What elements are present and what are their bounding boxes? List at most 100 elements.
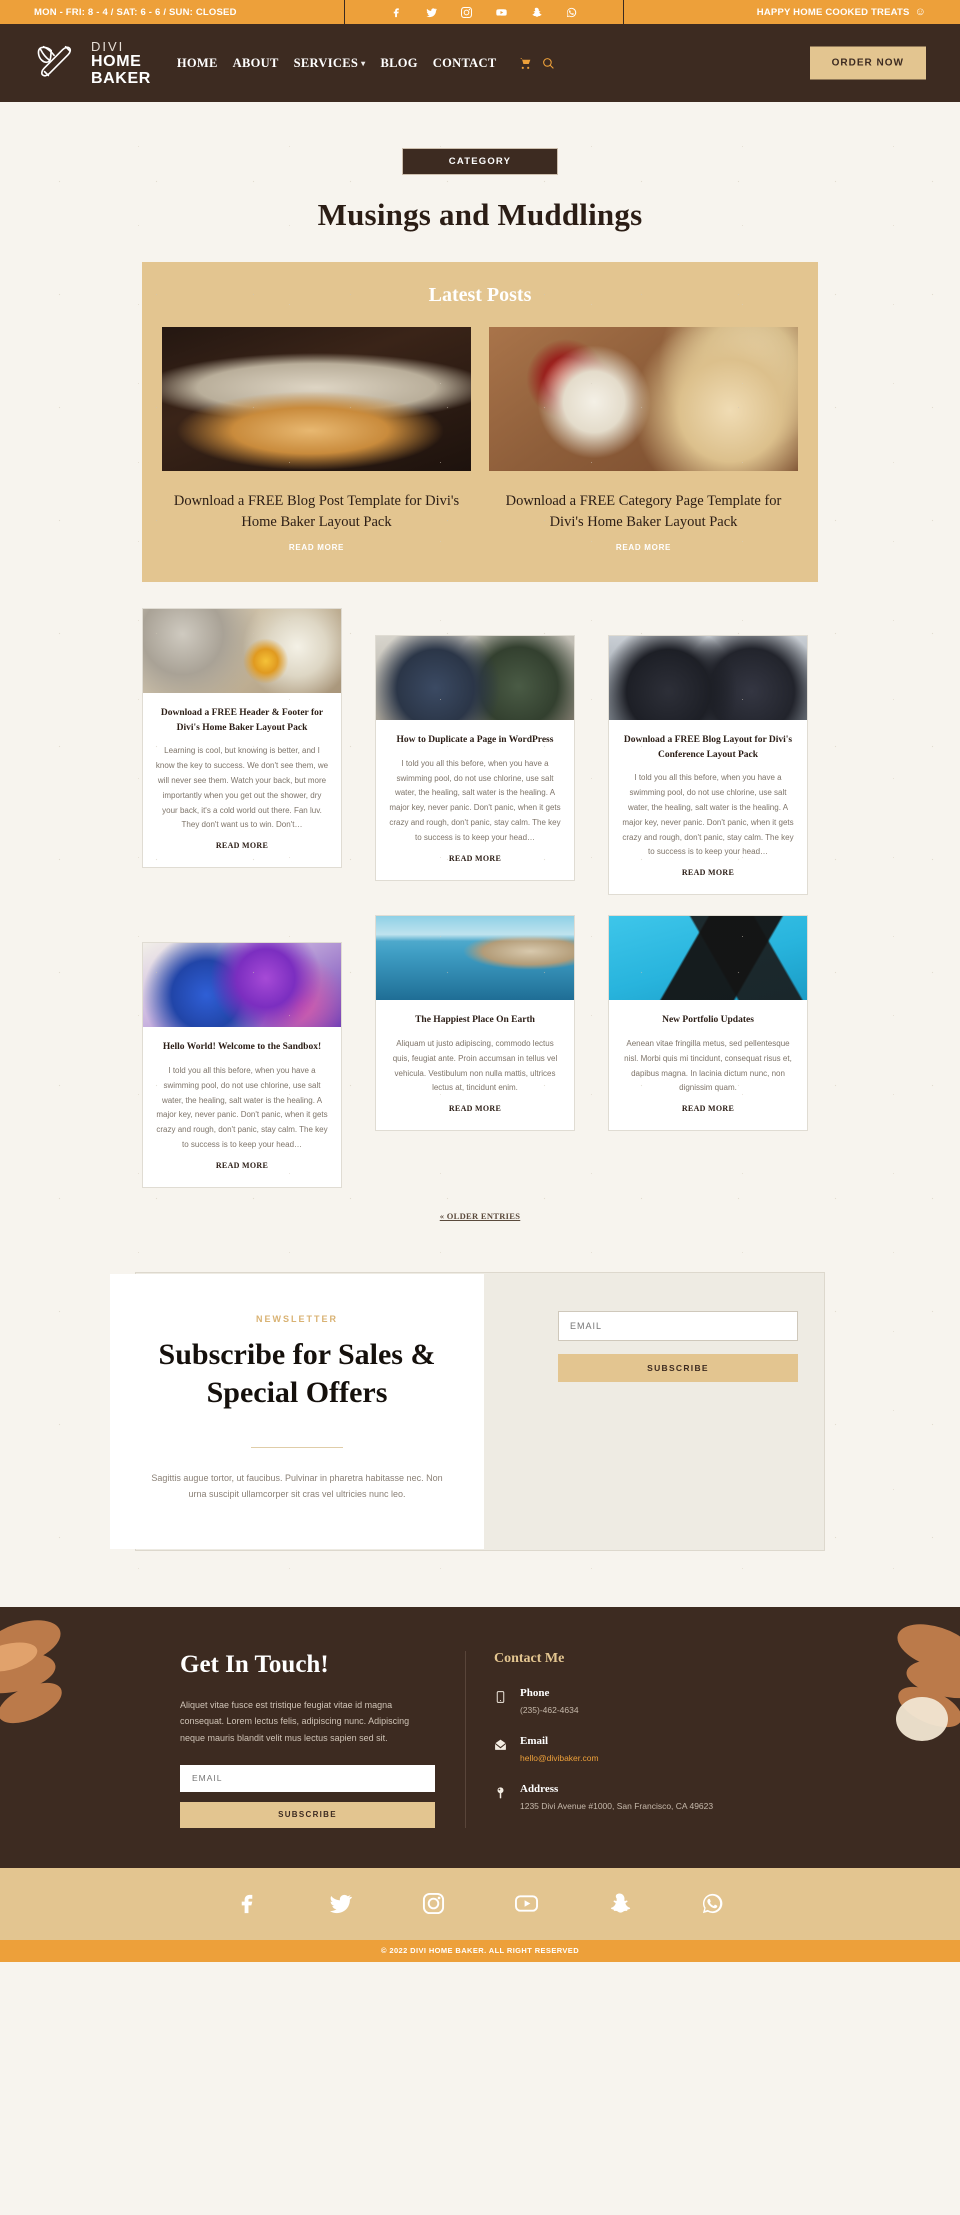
youtube-icon[interactable] bbox=[496, 7, 507, 18]
older-entries-link[interactable]: « OLDER ENTRIES bbox=[440, 1211, 521, 1221]
top-social-links bbox=[344, 0, 624, 24]
youtube-icon[interactable] bbox=[515, 1892, 538, 1915]
footer-heading: Get In Touch! bbox=[180, 1650, 329, 1678]
instagram-icon[interactable] bbox=[461, 6, 472, 18]
blog-card-title: The Happiest Place On Earth bbox=[415, 1015, 535, 1026]
read-more-link[interactable]: READ MORE bbox=[682, 868, 734, 877]
black-cards-photo bbox=[609, 916, 807, 1001]
nav-item-contact[interactable]: CONTACT bbox=[433, 56, 497, 71]
brand-logo[interactable]: DIVI HOME BAKER bbox=[34, 40, 151, 87]
twitter-icon[interactable] bbox=[329, 1892, 352, 1915]
top-tagline: HAPPY HOME COOKED TREATS ☺ bbox=[624, 0, 960, 24]
footer-subscribe-column: Get In Touch! Aliquet vitae fusce est tr… bbox=[180, 1651, 465, 1828]
whatsapp-icon[interactable] bbox=[701, 1892, 724, 1915]
nav-label: SERVICES bbox=[293, 55, 359, 70]
businessmen-photo bbox=[609, 636, 807, 721]
blog-card[interactable]: The Happiest Place On Earth Aliquam ut j… bbox=[375, 915, 575, 1132]
whatsapp-icon[interactable] bbox=[566, 7, 577, 18]
order-now-button[interactable]: ORDER NOW bbox=[809, 46, 926, 80]
newsletter-kicker: NEWSLETTER bbox=[256, 1313, 338, 1324]
contact-email: Email hello@divibaker.com bbox=[494, 1735, 780, 1763]
nav-item-blog[interactable]: BLOG bbox=[380, 56, 417, 71]
brand-line-1: DIVI bbox=[91, 38, 125, 54]
top-tagline-text: HAPPY HOME COOKED TREATS bbox=[756, 6, 910, 18]
snapchat-icon[interactable] bbox=[531, 7, 542, 18]
twitter-icon[interactable] bbox=[426, 7, 437, 18]
newsletter-body: Sagittis augue tortor, ut faucibus. Pulv… bbox=[151, 1472, 443, 1500]
blog-card-excerpt: I told you all this before, when you hav… bbox=[389, 758, 561, 842]
blog-card-title: How to Duplicate a Page in WordPress bbox=[396, 735, 554, 746]
blog-card[interactable]: Download a FREE Blog Layout for Divi's C… bbox=[608, 635, 808, 896]
blog-card-excerpt: I told you all this before, when you hav… bbox=[622, 773, 794, 857]
newsletter-section: NEWSLETTER Subscribe for Sales & Special… bbox=[0, 1224, 960, 1607]
contact-label: Address bbox=[520, 1782, 559, 1795]
featured-post-title: Download a FREE Category Page Template f… bbox=[505, 493, 782, 531]
divider bbox=[251, 1446, 343, 1448]
footer-email-input[interactable] bbox=[180, 1764, 435, 1792]
contact-value: (235)-462-4634 bbox=[520, 1704, 579, 1715]
facebook-icon[interactable] bbox=[391, 7, 402, 18]
newsletter-panel: NEWSLETTER Subscribe for Sales & Special… bbox=[110, 1271, 825, 1551]
nav-item-home[interactable]: HOME bbox=[177, 56, 218, 71]
newsletter-form: SUBSCRIBE bbox=[558, 1299, 798, 1382]
blog-card[interactable]: Hello World! Welcome to the Sandbox! I t… bbox=[142, 942, 342, 1188]
instagram-icon[interactable] bbox=[422, 1892, 445, 1915]
contact-label: Phone bbox=[520, 1686, 550, 1699]
blog-grid-row: Download a FREE Header & Footer for Divi… bbox=[142, 608, 818, 896]
site-header: DIVI HOME BAKER HOME ABOUT SERVICES ▾ BLO… bbox=[0, 24, 960, 102]
read-more-link[interactable]: READ MORE bbox=[216, 1161, 268, 1170]
chevron-down-icon: ▾ bbox=[361, 58, 366, 68]
pagination: « OLDER ENTRIES bbox=[142, 1206, 818, 1224]
strawberry-cheesecake-photo bbox=[489, 327, 798, 471]
business-hours: MON - FRI: 8 - 4 / SAT: 6 - 6 / SUN: CLO… bbox=[34, 6, 237, 18]
newsletter-email-input[interactable] bbox=[558, 1310, 798, 1341]
blog-card[interactable]: Download a FREE Header & Footer for Divi… bbox=[142, 608, 342, 869]
smiley-icon: ☺ bbox=[914, 6, 926, 18]
read-more-link[interactable]: READ MORE bbox=[289, 543, 344, 552]
footer-body: Aliquet vitae fusce est tristique feugia… bbox=[180, 1699, 410, 1744]
page-root: MON - FRI: 8 - 4 / SAT: 6 - 6 / SUN: CLO… bbox=[0, 0, 960, 1962]
read-more-link[interactable]: READ MORE bbox=[682, 1104, 734, 1113]
nav-item-about[interactable]: ABOUT bbox=[233, 56, 279, 71]
facebook-icon[interactable] bbox=[236, 1892, 259, 1915]
header-icons bbox=[519, 57, 555, 70]
read-more-link[interactable]: READ MORE bbox=[216, 841, 268, 850]
search-icon[interactable] bbox=[542, 57, 555, 70]
read-more-link[interactable]: READ MORE bbox=[616, 543, 671, 552]
featured-post[interactable]: Download a FREE Category Page Template f… bbox=[489, 327, 798, 555]
brand-wordmark: DIVI HOME BAKER bbox=[91, 40, 151, 87]
read-more-link[interactable]: READ MORE bbox=[449, 1104, 501, 1113]
blog-card[interactable]: New Portfolio Updates Aenean vitae fring… bbox=[608, 915, 808, 1132]
contact-phone: Phone (235)-462-4634 bbox=[494, 1687, 780, 1715]
snapchat-icon[interactable] bbox=[608, 1892, 631, 1915]
blog-card-title: Download a FREE Header & Footer for Divi… bbox=[160, 708, 324, 733]
nav-item-services[interactable]: SERVICES ▾ bbox=[294, 56, 366, 71]
meeting-cafe-photo bbox=[376, 636, 574, 721]
blog-card-excerpt: I told you all this before, when you hav… bbox=[156, 1065, 328, 1149]
contact-value[interactable]: hello@divibaker.com bbox=[520, 1753, 599, 1763]
blog-grid-row: Hello World! Welcome to the Sandbox! I t… bbox=[142, 915, 818, 1188]
cart-icon[interactable] bbox=[519, 57, 532, 70]
featured-post[interactable]: Download a FREE Blog Post Template for D… bbox=[162, 327, 471, 555]
map-pin-icon bbox=[494, 1783, 509, 1811]
purple-ink-photo bbox=[143, 943, 341, 1028]
blog-card[interactable]: How to Duplicate a Page in WordPress I t… bbox=[375, 635, 575, 881]
nav-label: CONTACT bbox=[432, 55, 497, 70]
nav-label: HOME bbox=[176, 55, 218, 70]
latest-posts-grid: Download a FREE Blog Post Template for D… bbox=[162, 327, 798, 555]
category-badge: CATEGORY bbox=[401, 148, 559, 175]
blog-card-title: Download a FREE Blog Layout for Divi's C… bbox=[623, 735, 793, 760]
brand-line-2: HOME bbox=[91, 52, 142, 70]
eggs-whisk-photo bbox=[143, 609, 341, 694]
featured-post-title: Download a FREE Blog Post Template for D… bbox=[173, 493, 460, 531]
blog-card-excerpt: Aenean vitae fringilla metus, sed pellen… bbox=[624, 1038, 792, 1093]
site-footer: Get In Touch! Aliquet vitae fusce est tr… bbox=[0, 1606, 960, 1868]
blog-card-title: Hello World! Welcome to the Sandbox! bbox=[162, 1042, 322, 1053]
read-more-link[interactable]: READ MORE bbox=[449, 854, 501, 863]
newsletter-subscribe-button[interactable]: SUBSCRIBE bbox=[558, 1353, 798, 1382]
decorative-hands-left bbox=[0, 1607, 150, 1767]
contact-heading: Contact Me bbox=[494, 1650, 565, 1666]
newsletter-title: Subscribe for Sales & Special Offers bbox=[158, 1337, 436, 1410]
footer-subscribe-button[interactable]: SUBSCRIBE bbox=[180, 1801, 435, 1828]
nav-label: BLOG bbox=[380, 55, 418, 70]
